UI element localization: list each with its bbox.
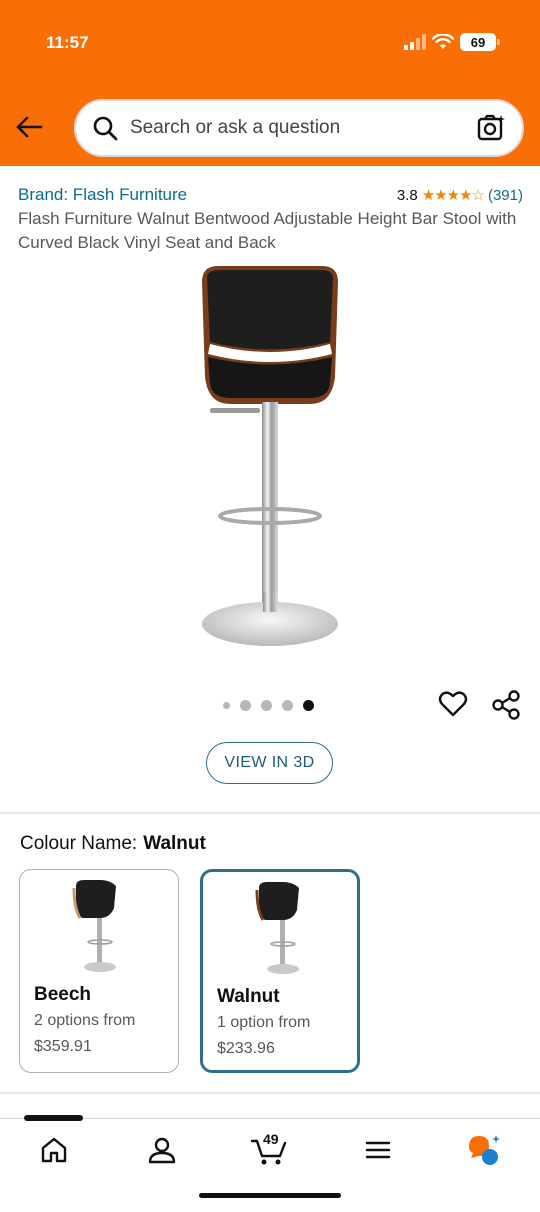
product-image[interactable] (170, 262, 370, 652)
rufus-assistant-icon (469, 1135, 500, 1165)
pager-dot[interactable] (282, 700, 293, 711)
colour-option-count: 1 option from (217, 1014, 311, 1031)
app-header: 11:57 69 (0, 0, 540, 166)
search-icon (93, 116, 118, 141)
colour-option-price: $359.91 (34, 1038, 92, 1055)
home-indicator (199, 1193, 341, 1198)
colour-option-name: Walnut (217, 986, 280, 1007)
product-title: Flash Furniture Walnut Bentwood Adjustab… (18, 209, 517, 252)
beech-stool-thumbnail (72, 880, 116, 972)
colour-option-walnut[interactable]: Walnut 1 option from $233.96 (200, 869, 360, 1073)
rating-summary[interactable]: 3.8 ★★★★☆ (391) (396, 186, 523, 205)
pager-dot-active[interactable] (303, 700, 314, 711)
image-pager[interactable] (223, 700, 314, 711)
colour-name-label: Colour Name: Walnut (20, 833, 206, 855)
tab-rufus[interactable] (466, 1132, 502, 1168)
brand-rating-row: Brand: Flash Furniture 3.8 ★★★★☆ (391) (18, 185, 523, 205)
section-divider (0, 1092, 540, 1094)
status-time: 11:57 (46, 33, 89, 52)
wifi-icon (432, 34, 454, 49)
colour-option-count: 2 options from (34, 1012, 136, 1029)
pager-dot[interactable] (261, 700, 272, 711)
heart-icon[interactable] (437, 688, 469, 720)
cart-count-badge: 49 (263, 1131, 279, 1147)
active-tab-indicator (24, 1115, 83, 1121)
rating-count[interactable]: (391) (488, 187, 523, 204)
pager-dot[interactable] (240, 700, 251, 711)
user-icon (148, 1137, 176, 1164)
tab-menu[interactable] (360, 1132, 396, 1168)
back-button[interactable] (12, 110, 46, 144)
pager-dot[interactable] (223, 702, 230, 709)
tab-home[interactable] (36, 1132, 72, 1168)
signal-icon (404, 34, 426, 50)
colour-selected-value: Walnut (143, 833, 206, 854)
camera-search-icon[interactable] (476, 113, 506, 143)
rating-stars-icon: ★★★★☆ (421, 187, 485, 204)
status-icons: 69 (404, 33, 500, 51)
colour-option-name: Beech (34, 984, 92, 1005)
colour-option-price: $233.96 (217, 1040, 275, 1057)
home-icon (41, 1137, 67, 1163)
tab-account[interactable] (144, 1132, 180, 1168)
colour-label-text: Colour Name: (20, 833, 138, 854)
view-in-3d-button[interactable]: VIEW IN 3D (206, 742, 333, 784)
rating-value: 3.8 (396, 186, 418, 204)
search-input[interactable] (130, 117, 476, 139)
brand-link[interactable]: Brand: Flash Furniture (18, 185, 187, 205)
search-bar[interactable] (74, 99, 524, 157)
walnut-stool-thumbnail (255, 882, 299, 974)
battery-indicator: 69 (460, 33, 500, 51)
menu-icon (365, 1141, 391, 1159)
section-divider (0, 812, 540, 814)
share-icon[interactable] (490, 689, 522, 721)
colour-option-beech[interactable]: Beech 2 options from $359.91 (19, 869, 179, 1073)
back-arrow-icon (16, 116, 43, 138)
